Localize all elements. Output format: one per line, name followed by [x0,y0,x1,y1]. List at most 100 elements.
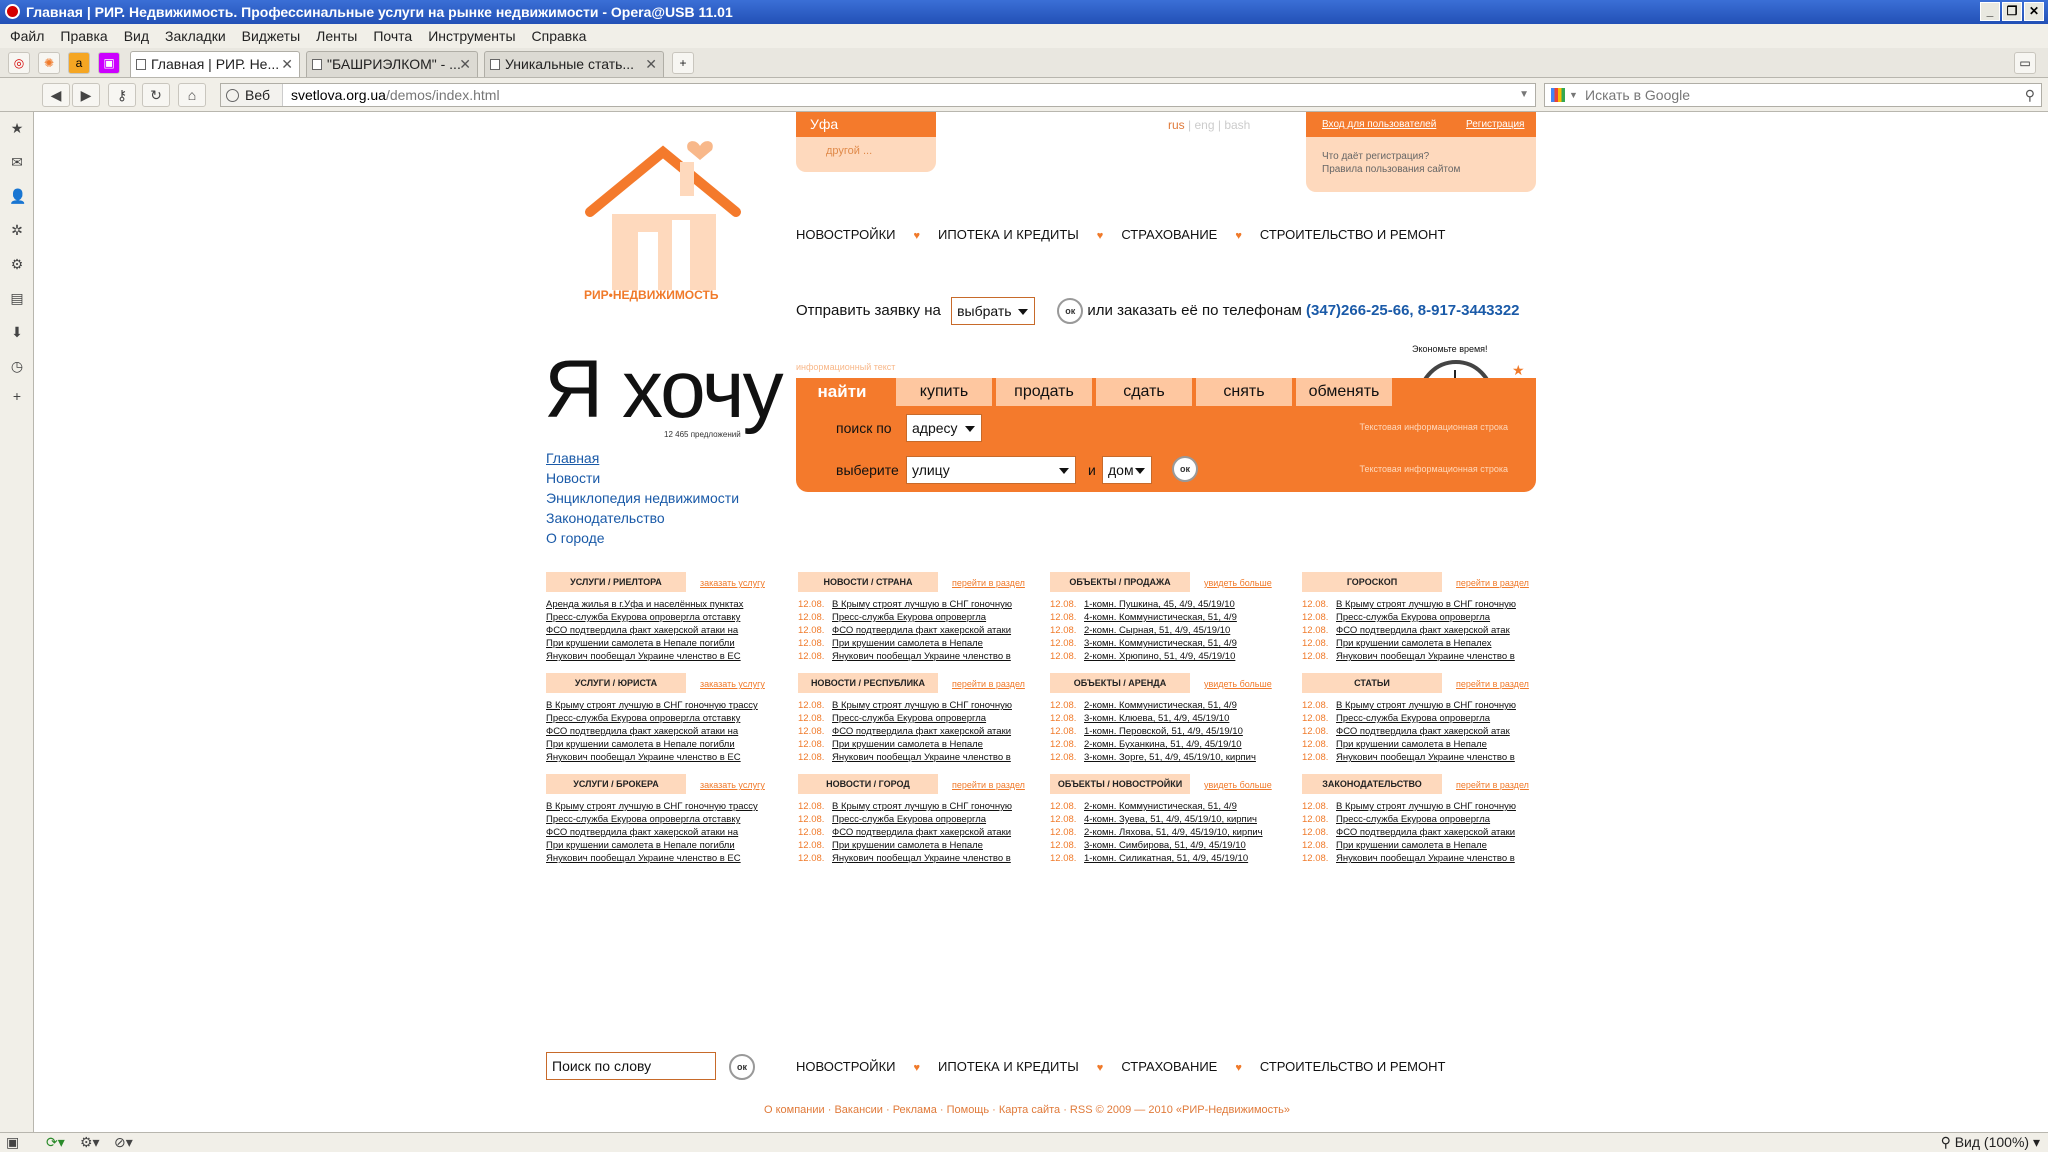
block-icon[interactable]: ⊘▾ [114,1133,133,1152]
list-item[interactable]: Пресс-служба Екурова опровергла отставку [546,813,782,826]
nav-ipoteka[interactable]: ИПОТЕКА И КРЕДИТЫ [938,227,1079,242]
list-item[interactable]: 12.08. В Крыму строят лучшую в СНГ гоночн… [798,699,1034,712]
list-item[interactable]: 12.08. Пресс-служба Екурова опровергла [1302,611,1538,624]
block-more-link[interactable]: перейти в раздел [1456,780,1529,790]
menu-item[interactable]: Справка [532,28,593,44]
forward-icon[interactable]: ▶ [72,83,100,107]
restore-button[interactable]: ❐ [2002,2,2022,21]
list-item[interactable]: Пресс-служба Екурова опровергла отставку [546,611,782,624]
item-link[interactable]: Пресс-служба Екурова опровергла [1336,814,1490,825]
zoom-control[interactable]: ⚲ Вид (100%) ▾ [1941,1133,2040,1152]
item-link[interactable]: ФСО подтвердила факт хакерской атаки [1336,827,1515,838]
list-item[interactable]: 12.08. 4-комн. Коммунистическая, 51, 4/9 [1050,611,1286,624]
item-link[interactable]: Янукович пообещал Украине членство в [1336,752,1515,763]
app-icon[interactable]: ▣ [98,52,120,74]
item-link[interactable]: 2-комн. Сырная, 51, 4/9, 45/19/10 [1084,625,1230,636]
login-link[interactable]: Вход для пользователей [1322,112,1436,137]
list-item[interactable]: 12.08. В Крыму строят лучшую в СНГ гоночн… [1302,800,1538,813]
block-more-link[interactable]: перейти в раздел [952,578,1025,588]
menu-item[interactable]: Правка [60,28,113,44]
block-title[interactable]: ОБЪЕКТЫ / ПРОДАЖА [1050,572,1190,592]
tab-sell[interactable]: продать [996,378,1092,406]
search-input[interactable]: ▼ Искать в Google ⚲ [1544,83,2042,107]
menu-legislation[interactable]: Законодательство [546,508,739,528]
menu-item[interactable]: Виджеты [242,28,307,44]
list-item[interactable]: 12.08. 3-комн. Коммунистическая, 51, 4/9 [1050,637,1286,650]
list-item[interactable]: 12.08. В Крыму строят лучшую в СНГ гоночн… [798,598,1034,611]
search-by-select[interactable]: адресу [906,414,982,442]
current-city[interactable]: Уфа [796,112,936,137]
list-item[interactable]: 12.08. При крушении самолета в Непале [798,839,1034,852]
list-item[interactable]: Янукович пообещал Украине членство в ЕС [546,751,782,764]
home-icon[interactable]: ⌂ [178,83,206,107]
menu-news[interactable]: Новости [546,468,739,488]
block-title[interactable]: УСЛУГИ / РИЕЛТОРА [546,572,686,592]
item-link[interactable]: Пресс-служба Екурова опровергла [1336,612,1490,623]
menu-home[interactable]: Главная [546,448,739,468]
list-item[interactable]: 12.08. ФСО подтвердила факт хакерской ата… [798,624,1034,637]
list-item[interactable]: 12.08. ФСО подтвердила факт хакерской ата… [798,826,1034,839]
item-link[interactable]: Пресс-служба Екурова опровергла [1336,713,1490,724]
footer-search-input[interactable]: Поиск по слову [546,1052,716,1080]
close-button[interactable]: ✕ [2024,2,2044,21]
tab-find[interactable]: найти [796,378,888,406]
nav-strakhovanie[interactable]: СТРАХОВАНИЕ [1121,227,1217,242]
menu-encyclopedia[interactable]: Энциклопедия недвижимости [546,488,739,508]
item-link[interactable]: 2-комн. Ляхова, 51, 4/9, 45/19/10, кирпи… [1084,827,1263,838]
nav-ipoteka[interactable]: ИПОТЕКА И КРЕДИТЫ [938,1059,1079,1074]
item-link[interactable]: В Крыму строят лучшую в СНГ гоночную [832,700,1012,711]
registration-benefits-link[interactable]: Что даёт регистрация? [1322,150,1460,163]
reload-icon[interactable]: ↻ [142,83,170,107]
list-item[interactable]: 12.08. ФСО подтвердила факт хакерской ата… [1302,624,1538,637]
list-item[interactable]: При крушении самолета в Непале погибли [546,738,782,751]
menu-item[interactable]: Закладки [165,28,232,44]
menu-item[interactable]: Ленты [316,28,363,44]
list-item[interactable]: В Крыму строят лучшую в СНГ гоночную тра… [546,699,782,712]
footer-ok-button[interactable]: ок [729,1054,755,1080]
item-link[interactable]: Янукович пообещал Украине членство в ЕС [546,752,741,763]
item-link[interactable]: Пресс-служба Екурова опровергла [832,612,986,623]
item-link[interactable]: В Крыму строят лучшую в СНГ гоночную [1336,700,1516,711]
mail-icon[interactable]: ✉ [9,154,25,170]
item-link[interactable]: Янукович пообещал Украине членство в [832,752,1011,763]
list-item[interactable]: 12.08. Янукович пообещал Украине членство… [1302,852,1538,865]
list-item[interactable]: 12.08. 3-комн. Зорге, 51, 4/9, 45/19/10, … [1050,751,1286,764]
item-link[interactable]: Янукович пообещал Украине членство в ЕС [546,853,741,864]
block-title[interactable]: СТАТЬИ [1302,673,1442,693]
item-link[interactable]: ФСО подтвердила факт хакерской атаки на [546,827,738,838]
nav-stroitelstvo[interactable]: СТРОИТЕЛЬСТВО И РЕМОНТ [1260,1059,1446,1074]
item-link[interactable]: При крушении самолета в Непале [832,739,983,750]
new-tab-button[interactable]: + [672,52,694,74]
nav-stroitelstvo[interactable]: СТРОИТЕЛЬСТВО И РЕМОНТ [1260,227,1446,242]
list-item[interactable]: Аренда жилья в г.Уфа и населённых пункта… [546,598,782,611]
nav-novostroyki[interactable]: НОВОСТРОЙКИ [796,1059,896,1074]
item-link[interactable]: При крушении самолета в Непале [1336,739,1487,750]
list-item[interactable]: 12.08. В Крыму строят лучшую в СНГ гоночн… [798,800,1034,813]
tab-rent-out[interactable]: сдать [1096,378,1192,406]
tab-exchange[interactable]: обменять [1296,378,1392,406]
list-item[interactable]: 12.08. В Крыму строят лучшую в СНГ гоночн… [1302,598,1538,611]
list-item[interactable]: 12.08. При крушении самолета в Непале [798,637,1034,650]
menu-item[interactable]: Почта [373,28,418,44]
item-link[interactable]: При крушении самолета в Непале [832,638,983,649]
list-item[interactable]: 12.08. Янукович пообещал Украине членство… [798,751,1034,764]
list-item[interactable]: В Крыму строят лучшую в СНГ гоночную тра… [546,800,782,813]
list-item[interactable]: 12.08. 1-комн. Силикатная, 51, 4/9, 45/19… [1050,852,1286,865]
item-link[interactable]: Янукович пообещал Украине членство в [832,853,1011,864]
item-link[interactable]: ФСО подтвердила факт хакерской атак [1336,726,1510,737]
list-item[interactable]: 12.08. 2-комн. Хрюпино, 51, 4/9, 45/19/10 [1050,650,1286,663]
tab-menu-icon[interactable]: ▭ [2014,52,2036,74]
list-item[interactable]: 12.08. Пресс-служба Екурова опровергла [798,712,1034,725]
menu-item[interactable]: Файл [10,28,50,44]
tab-rent[interactable]: снять [1196,378,1292,406]
close-tab-icon[interactable]: ✕ [459,52,471,76]
list-item[interactable]: Янукович пообещал Украине членство в ЕС [546,852,782,865]
address-input[interactable]: Веб svetlova.org.ua/demos/index.html ▼ [220,83,1536,107]
nav-novostroyki[interactable]: НОВОСТРОЙКИ [796,227,896,242]
list-item[interactable]: 12.08. Янукович пообещал Украине членство… [1302,751,1538,764]
item-link[interactable]: Янукович пообещал Украине членство в [1336,651,1515,662]
order-ok-button[interactable]: ок [1057,298,1084,324]
close-tab-icon[interactable]: ✕ [281,52,293,76]
block-more-link[interactable]: перейти в раздел [1456,578,1529,588]
block-more-link[interactable]: заказать услугу [700,578,765,588]
